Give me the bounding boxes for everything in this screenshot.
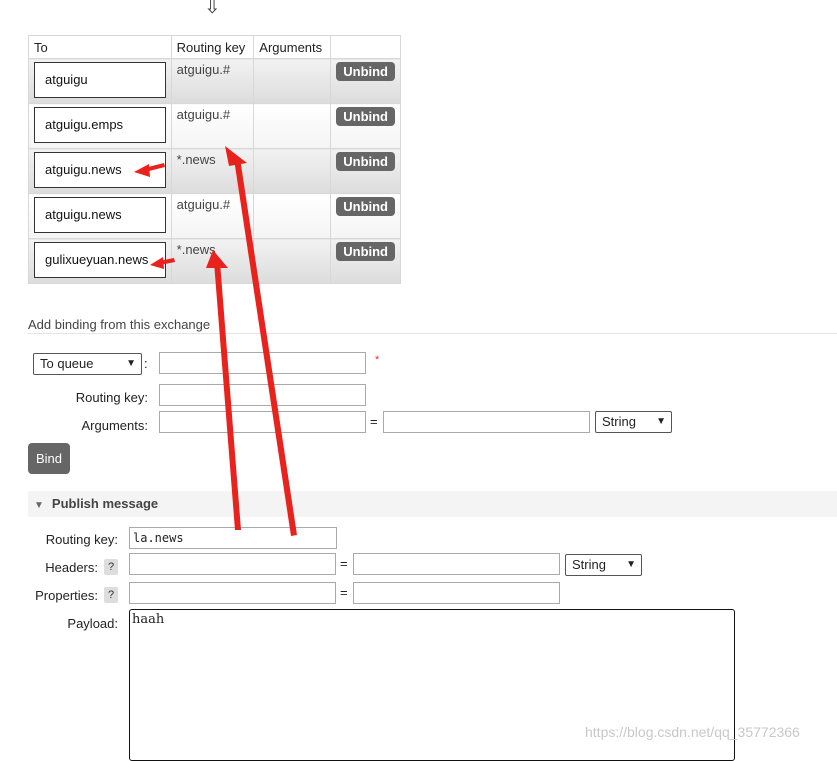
property-value-input[interactable] <box>353 582 560 604</box>
binding-arguments-label: Arguments: <box>81 418 148 433</box>
routing-key-cell: *.news <box>176 152 216 167</box>
table-row: gulixueyuan.news *.news Unbind <box>28 238 401 284</box>
watermark: https://blog.csdn.net/qq_35772366 <box>585 724 800 740</box>
arguments-cell <box>253 193 332 239</box>
table-header-row: To Routing key Arguments <box>28 35 401 59</box>
unbind-button[interactable]: Unbind <box>336 62 395 81</box>
equals-sign: = <box>340 556 348 571</box>
down-arrow-icon: ⇩ <box>204 0 221 18</box>
divider <box>28 333 837 334</box>
argument-key-input[interactable] <box>159 411 366 433</box>
header-type-select[interactable]: String ▼ <box>565 554 642 576</box>
col-header-to: To <box>28 35 172 59</box>
table-row: atguigu.news atguigu.# Unbind <box>28 193 401 239</box>
table-row: atguigu atguigu.# Unbind <box>28 58 401 104</box>
header-type-value: String <box>572 557 606 572</box>
property-key-input[interactable] <box>129 582 336 604</box>
arguments-cell <box>253 148 332 194</box>
argument-type-select[interactable]: String ▼ <box>595 411 672 433</box>
unbind-button[interactable]: Unbind <box>336 197 395 216</box>
header-key-input[interactable] <box>129 553 336 575</box>
headers-help-icon[interactable]: ? <box>104 559 118 575</box>
headers-label: Headers: <box>45 560 98 575</box>
arguments-cell <box>253 58 332 104</box>
binding-routing-key-input[interactable] <box>159 384 366 406</box>
equals-sign: = <box>370 414 378 429</box>
required-mark: * <box>375 354 380 366</box>
argument-type-value: String <box>602 414 636 429</box>
publish-message-title: Publish message <box>51 496 159 511</box>
col-header-action <box>330 35 401 59</box>
payload-text: haah <box>132 612 165 627</box>
destination-type-select[interactable]: To queue ▼ <box>33 353 142 375</box>
payload-label: Payload: <box>67 616 118 631</box>
col-header-routing-key: Routing key <box>170 35 255 59</box>
publish-message-section-header[interactable]: ▼ Publish message <box>28 491 837 517</box>
chevron-down-icon: ▼ <box>656 416 666 427</box>
header-value-input[interactable] <box>353 553 560 575</box>
destination-name-input[interactable] <box>159 352 366 374</box>
chevron-down-icon: ▼ <box>626 559 636 570</box>
unbind-button[interactable]: Unbind <box>336 152 395 171</box>
queue-link[interactable]: atguigu.emps <box>34 107 166 143</box>
bindings-table: To Routing key Arguments atguigu atguigu… <box>28 35 401 284</box>
collapse-triangle-icon: ▼ <box>34 500 44 511</box>
binding-routing-key-label: Routing key: <box>75 390 148 405</box>
table-row: atguigu.emps atguigu.# Unbind <box>28 103 401 149</box>
queue-link[interactable]: atguigu.news <box>34 197 166 233</box>
equals-sign: = <box>340 585 348 600</box>
routing-key-cell: atguigu.# <box>176 107 231 122</box>
unbind-button[interactable]: Unbind <box>336 242 395 261</box>
destination-colon: : <box>144 356 148 371</box>
queue-link[interactable]: atguigu <box>34 62 166 98</box>
publish-routing-key-label: Routing key: <box>45 532 118 547</box>
queue-link[interactable]: atguigu.news <box>34 152 166 188</box>
routing-key-cell: atguigu.# <box>176 62 231 77</box>
publish-routing-key-input[interactable]: la.news <box>129 527 337 549</box>
add-binding-title: Add binding from this exchange <box>28 317 211 332</box>
properties-help-icon[interactable]: ? <box>104 587 118 603</box>
table-row: atguigu.news *.news Unbind <box>28 148 401 194</box>
properties-label: Properties: <box>35 588 98 603</box>
unbind-button[interactable]: Unbind <box>336 107 395 126</box>
arguments-cell <box>253 238 332 284</box>
routing-key-cell: atguigu.# <box>176 197 231 212</box>
argument-value-input[interactable] <box>383 411 590 433</box>
routing-key-cell: *.news <box>176 242 216 257</box>
destination-type-value: To queue <box>40 356 94 371</box>
bind-button[interactable]: Bind <box>28 443 70 474</box>
arguments-cell <box>253 103 332 149</box>
col-header-arguments: Arguments <box>253 35 332 59</box>
chevron-down-icon: ▼ <box>126 358 136 369</box>
queue-link[interactable]: gulixueyuan.news <box>34 242 166 278</box>
